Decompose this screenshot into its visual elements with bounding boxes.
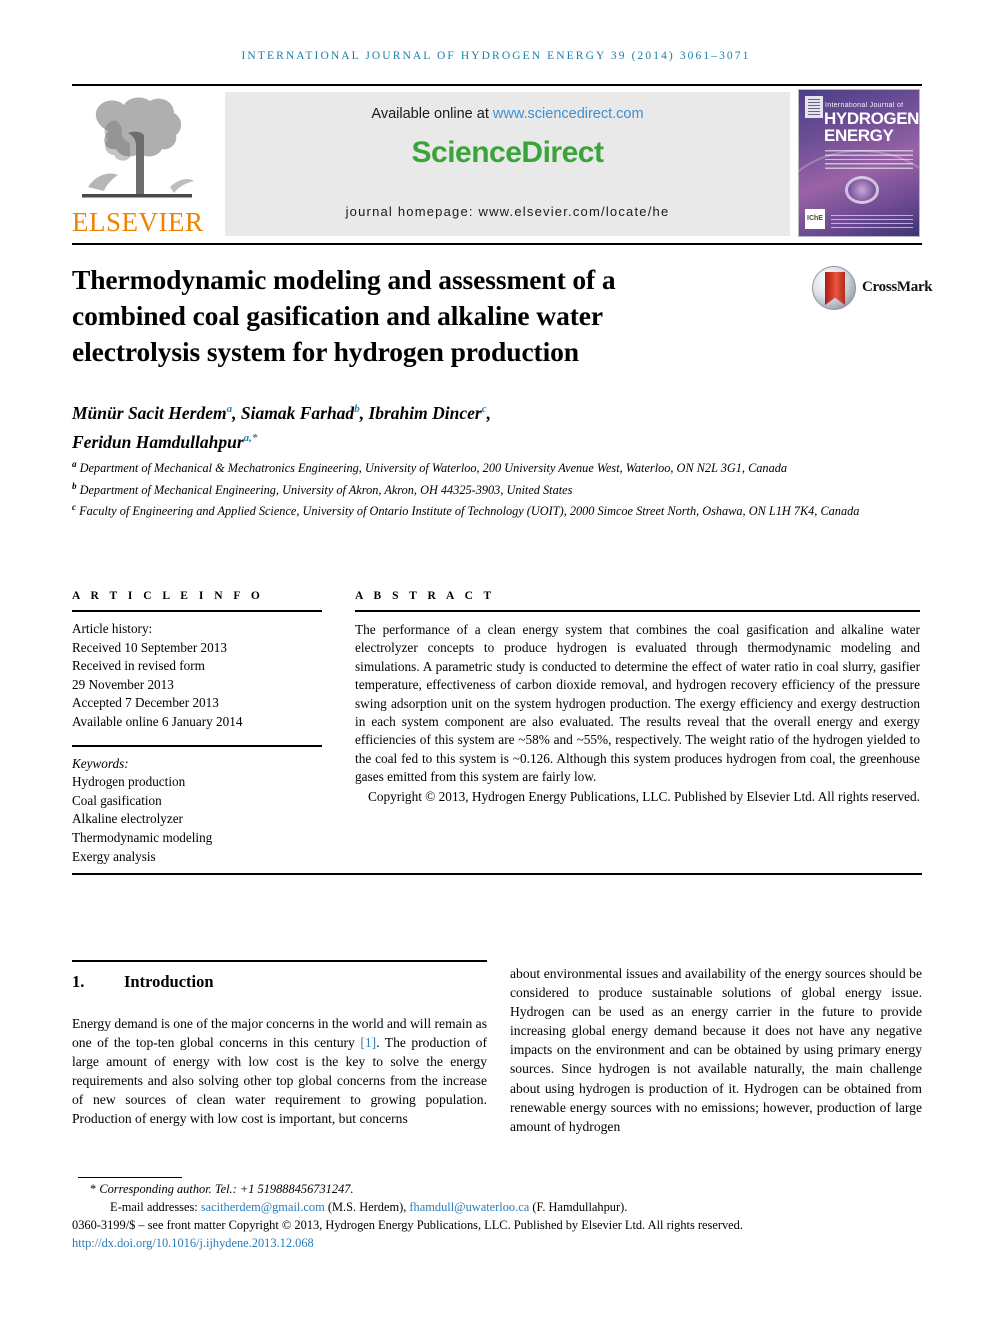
article-history-item-4: Accepted 7 December 2013 <box>72 695 219 711</box>
author-3-mark: c <box>481 403 487 415</box>
author-3: Ibrahim Dincerc <box>368 403 486 423</box>
affiliation-c: c Faculty of Engineering and Applied Sci… <box>72 499 872 521</box>
abstract-copyright: Copyright © 2013, Hydrogen Energy Public… <box>367 788 920 804</box>
journal-cover-thumbnail: International Journal of HYDROGEN ENERGY… <box>798 89 920 237</box>
article-history-item-3: 29 November 2013 <box>72 676 174 692</box>
keywords-label: Keywords: <box>72 755 129 771</box>
affiliation-a: a Department of Mechanical & Mechatronic… <box>72 456 872 478</box>
body-column-right: about environmental issues and availabil… <box>510 964 922 1136</box>
affiliation-a-mark: a <box>72 459 77 469</box>
page-footer: * Corresponding author. Tel.: +1 5198884… <box>72 1181 922 1252</box>
sciencedirect-wordmark: ScienceDirect <box>411 136 604 169</box>
cover-icheme-badge: IChE <box>805 209 825 229</box>
article-page: International Journal of Hydrogen Energy… <box>0 0 992 1323</box>
footnote-rule <box>78 1177 182 1178</box>
issn-copyright-line: 0360-3199/$ – see front matter Copyright… <box>72 1218 743 1232</box>
email-link-2[interactable]: fhamdull@uwaterloo.ca <box>409 1200 529 1214</box>
introduction-paragraph-left: Energy demand is one of the major concer… <box>72 1014 487 1129</box>
affiliation-b-mark: b <box>72 480 77 491</box>
top-rule <box>72 84 922 86</box>
email-owner-2: (F. Hamdullahpur). <box>529 1199 628 1214</box>
author-2: Siamak Farhadb <box>241 403 360 423</box>
corresponding-author-text: Corresponding author. Tel.: +1 519888456… <box>99 1182 354 1196</box>
abstract-heading: A B S T R A C T <box>355 590 496 602</box>
masthead: ELSEVIER Available online at www.science… <box>72 89 920 238</box>
crossmark-label: CrossMark <box>862 279 933 295</box>
crossmark-badge[interactable]: CrossMark <box>812 266 933 312</box>
abstract-body: The performance of a clean energy system… <box>355 622 920 785</box>
available-online-text: Available online at <box>371 106 493 122</box>
author-3-name: Ibrahim Dincer <box>368 402 482 423</box>
email-addresses-line: E-mail addresses: sacitherdem@gmail.com … <box>72 1199 922 1217</box>
cover-elsevier-badge <box>805 96 823 118</box>
article-info-column: A R T I C L E I N F O Article history: R… <box>72 590 322 866</box>
introduction-paragraph-right: about environmental issues and availabil… <box>510 966 922 1134</box>
abstract-bottom-rule <box>72 873 922 875</box>
cover-superline: International Journal of <box>825 102 904 109</box>
author-4: Feridun Hamdullahpura,* <box>72 432 257 452</box>
keywords-block: Keywords: Hydrogen production Coal gasif… <box>72 747 322 867</box>
crossmark-icon <box>812 266 856 310</box>
corresponding-author-star: * <box>90 1182 97 1196</box>
author-1: Münür Sacit Herdema <box>72 403 232 423</box>
keyword-2: Coal gasification <box>72 792 162 808</box>
email-owner-1: (M.S. Herdem), <box>324 1199 410 1214</box>
article-info-heading: A R T I C L E I N F O <box>72 590 264 602</box>
keyword-1: Hydrogen production <box>72 774 186 790</box>
keyword-3: Alkaline electrolyzer <box>72 811 183 827</box>
author-list: Münür Sacit Herdema, Siamak Farhadb, Ibr… <box>72 402 491 452</box>
section-number: 1. <box>72 972 85 991</box>
doi-link[interactable]: http://dx.doi.org/10.1016/j.ijhydene.201… <box>72 1235 922 1253</box>
author-1-name: Münür Sacit Herdem <box>72 402 227 423</box>
abstract-column: A B S T R A C T The performance of a cle… <box>355 590 920 806</box>
affiliation-b: b Department of Mechanical Engineering, … <box>72 478 872 500</box>
keyword-4: Thermodynamic modeling <box>72 829 213 845</box>
elsevier-tree-icon <box>82 97 194 198</box>
masthead-bottom-rule <box>72 243 922 245</box>
article-history-item-1: Received 10 September 2013 <box>72 639 227 655</box>
cover-title-line2: ENERGY <box>824 126 894 145</box>
email-link-1[interactable]: sacitherdem@gmail.com <box>201 1200 325 1214</box>
author-4-mark: a,* <box>243 431 258 444</box>
keyword-5: Exergy analysis <box>72 848 156 864</box>
citation-ref-1[interactable]: [1] <box>360 1035 376 1050</box>
author-2-name: Siamak Farhad <box>240 402 355 423</box>
body-column-left: 1. Introduction Energy demand is one of t… <box>72 972 487 1129</box>
author-1-mark: a <box>226 403 233 415</box>
section-title-text: Introduction <box>124 972 214 991</box>
affiliation-list: a Department of Mechanical & Mechatronic… <box>72 456 872 521</box>
article-history-item-5: Available online 6 January 2014 <box>72 713 243 729</box>
corresponding-author-note: * Corresponding author. Tel.: +1 5198884… <box>72 1181 922 1199</box>
affiliation-b-text: Department of Mechanical Engineering, Un… <box>79 482 573 497</box>
running-head: International Journal of Hydrogen Energy… <box>241 50 751 62</box>
author-4-name: Feridun Hamdullahpur <box>72 431 244 452</box>
elsevier-logo: ELSEVIER <box>72 91 204 237</box>
section-heading-introduction: 1. Introduction <box>72 972 487 992</box>
email-label: E-mail addresses: <box>110 1199 201 1214</box>
affiliation-c-mark: c <box>72 502 76 512</box>
cover-editors-block <box>825 147 913 169</box>
page-title: Thermodynamic modeling and assessment of… <box>72 264 616 367</box>
article-history-item-2: Received in revised form <box>72 658 205 674</box>
available-online-line: Available online at www.sciencedirect.co… <box>225 106 790 122</box>
cover-sciencedirect-badge <box>831 212 913 228</box>
elsevier-wordmark: ELSEVIER <box>72 207 204 237</box>
article-history-label: Article history: <box>72 621 153 636</box>
sciencedirect-banner: Available online at www.sciencedirect.co… <box>225 92 790 236</box>
sciencedirect-url[interactable]: www.sciencedirect.com <box>493 106 644 122</box>
crossmark-book-icon <box>825 272 845 305</box>
author-2-mark: b <box>354 403 360 415</box>
introduction-rule <box>72 960 487 962</box>
affiliation-c-text: Faculty of Engineering and Applied Scien… <box>79 504 860 519</box>
cover-ring-graphic <box>845 176 879 204</box>
journal-homepage-link[interactable]: journal homepage: www.elsevier.com/locat… <box>225 204 790 219</box>
affiliation-a-text: Department of Mechanical & Mechatronics … <box>79 461 788 476</box>
article-history-block: Article history: Received 10 September 2… <box>72 612 322 732</box>
cover-title-line1: HYDROGEN <box>824 109 920 128</box>
